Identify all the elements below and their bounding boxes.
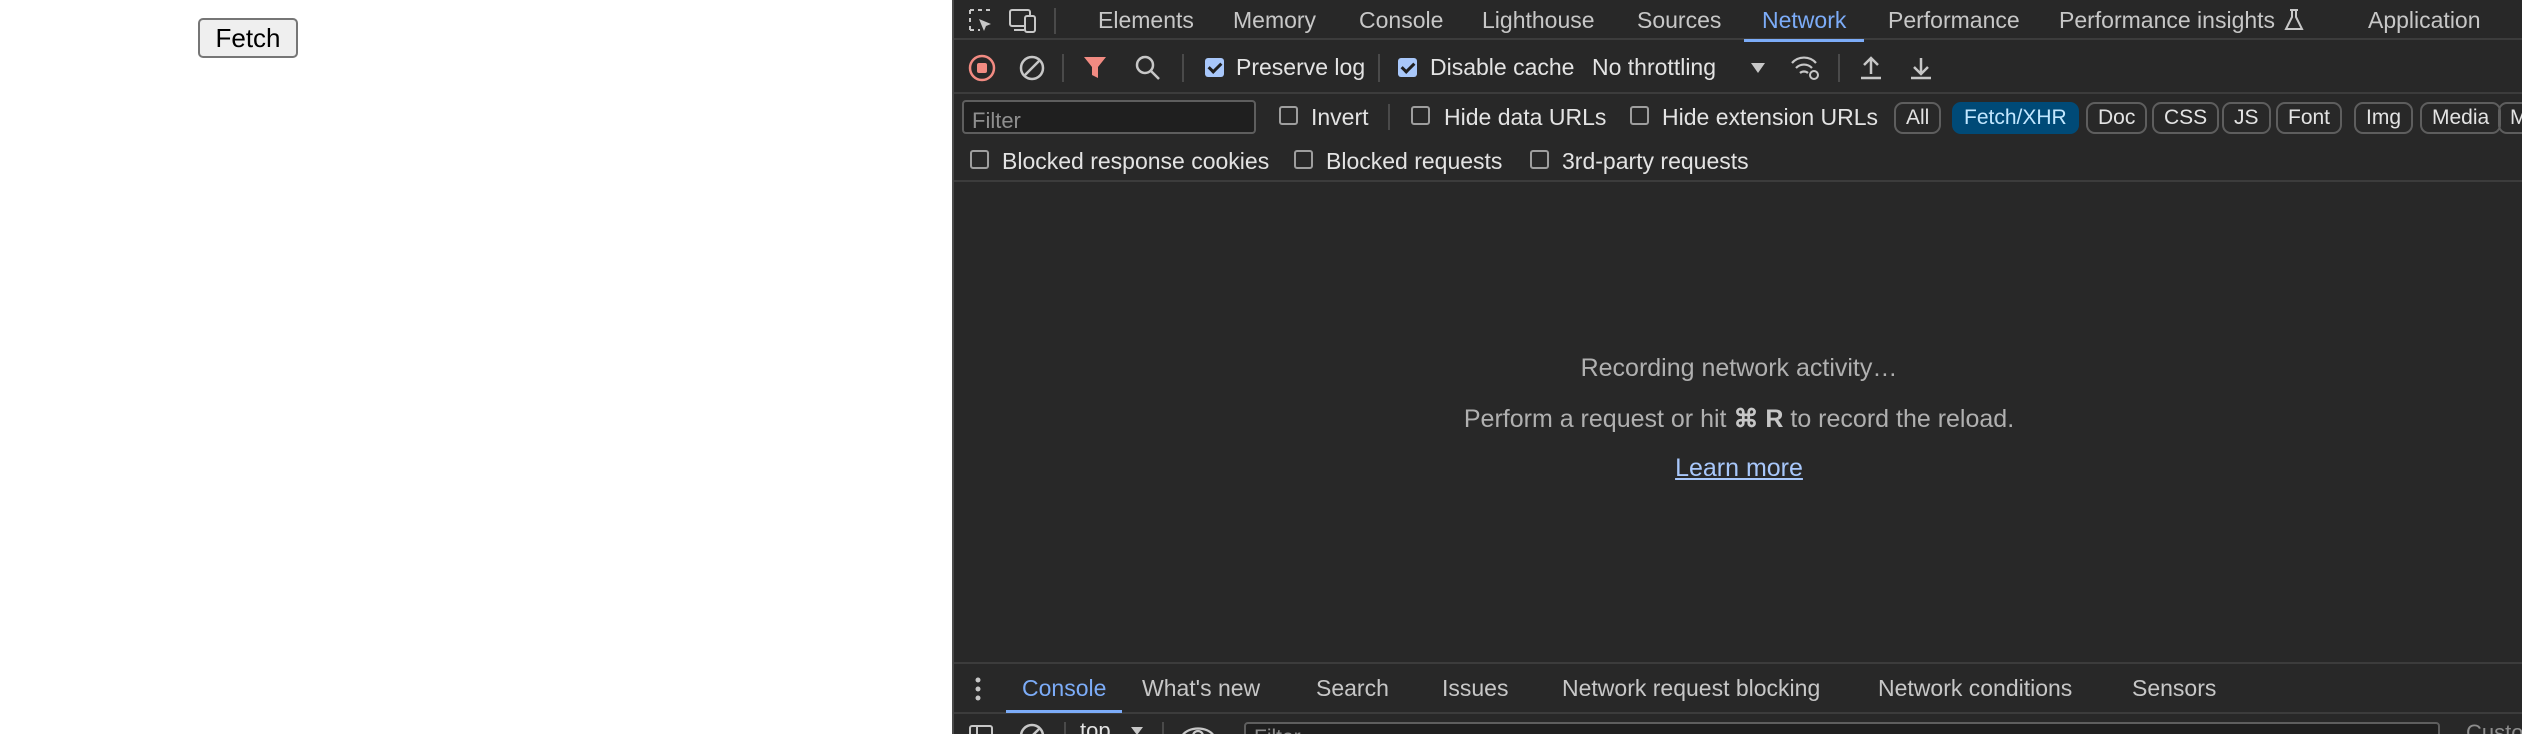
disable-cache-checkbox[interactable] <box>1398 58 1417 77</box>
invert-checkbox[interactable] <box>1279 106 1298 125</box>
drawer-tab-console[interactable]: Console <box>1005 664 1123 713</box>
type-chip-css[interactable]: CSS <box>2152 102 2220 134</box>
hint-suffix: to record the reload. <box>1790 405 2015 433</box>
divider <box>1182 54 1184 82</box>
type-chip-font[interactable]: Font <box>2276 102 2343 134</box>
divider <box>1064 722 1066 734</box>
type-chip-img[interactable]: Img <box>2354 102 2414 134</box>
chevron-down-icon[interactable] <box>1750 62 1766 74</box>
type-chip-more[interactable]: M <box>2498 102 2522 134</box>
custom-levels-select[interactable]: Custo <box>2466 720 2522 734</box>
devtools-panel: Elements Memory Console Lighthouse Sourc… <box>952 0 2522 734</box>
network-conditions-icon[interactable] <box>1790 54 1822 82</box>
device-toolbar-icon[interactable] <box>1008 8 1038 34</box>
drawer-tab-network-request-blocking[interactable]: Network request blocking <box>1562 664 1820 712</box>
reload-shortcut: ⌘ R <box>1733 405 1784 433</box>
divider <box>1162 722 1164 734</box>
devtools-tabbar: Elements Memory Console Lighthouse Sourc… <box>954 0 2522 42</box>
tab-network[interactable]: Network <box>1743 0 1865 42</box>
divider <box>1054 8 1056 34</box>
tab-lighthouse[interactable]: Lighthouse <box>1482 0 1595 40</box>
live-expression-eye-icon[interactable] <box>1180 722 1216 734</box>
console-toolbar: top Filter Custo <box>954 716 2522 734</box>
blocked-requests-label[interactable]: Blocked requests <box>1326 148 1502 175</box>
inspect-element-icon[interactable] <box>968 8 994 34</box>
drawer-tab-issues[interactable]: Issues <box>1442 664 1508 712</box>
search-icon[interactable] <box>1134 54 1162 82</box>
network-filter-bar: Filter Invert Hide data URLs Hide extens… <box>954 94 2522 182</box>
tab-application[interactable]: Application <box>2368 0 2481 40</box>
empty-state-hint: Perform a request or hit ⌘ R to record t… <box>954 404 2522 434</box>
type-chip-all[interactable]: All <box>1894 102 1942 134</box>
fetch-button[interactable]: Fetch <box>198 18 298 58</box>
console-filter-input[interactable]: Filter <box>1244 722 2440 734</box>
tab-performance[interactable]: Performance <box>1888 0 2020 40</box>
type-chip-doc[interactable]: Doc <box>2086 102 2148 134</box>
invert-label[interactable]: Invert <box>1311 104 1369 131</box>
blocked-response-cookies-label[interactable]: Blocked response cookies <box>1002 148 1269 175</box>
network-toolbar: Preserve log Disable cache No throttling <box>954 42 2522 94</box>
web-page: Fetch <box>0 0 952 734</box>
hide-extension-urls-checkbox[interactable] <box>1630 106 1649 125</box>
divider <box>1838 54 1840 82</box>
tab-elements[interactable]: Elements <box>1098 0 1194 40</box>
more-options-icon[interactable] <box>974 676 982 702</box>
divider <box>1388 104 1390 130</box>
hide-data-urls-label[interactable]: Hide data URLs <box>1444 104 1606 131</box>
type-chip-js[interactable]: JS <box>2222 102 2271 134</box>
export-har-icon[interactable] <box>1908 54 1934 82</box>
drawer-tab-search[interactable]: Search <box>1316 664 1389 712</box>
learn-more-text[interactable]: Learn more <box>1675 454 1803 482</box>
sidebar-toggle-icon[interactable] <box>968 724 994 734</box>
tab-performance-insights[interactable]: Performance insights <box>2059 0 2275 40</box>
tab-sources[interactable]: Sources <box>1637 0 1721 40</box>
hide-extension-urls-label[interactable]: Hide extension URLs <box>1662 104 1878 131</box>
filter-funnel-icon[interactable] <box>1082 54 1108 82</box>
network-filter-input[interactable]: Filter <box>962 100 1256 134</box>
tab-memory[interactable]: Memory <box>1233 0 1316 40</box>
type-chip-fetch-xhr[interactable]: Fetch/XHR <box>1952 102 2079 134</box>
learn-more-link[interactable]: Learn more <box>954 454 2522 483</box>
drawer-tab-sensors[interactable]: Sensors <box>2132 664 2216 712</box>
record-stop-icon[interactable] <box>968 54 996 82</box>
preserve-log-label[interactable]: Preserve log <box>1236 54 1365 81</box>
context-chevron-down-icon[interactable] <box>1130 726 1144 734</box>
third-party-requests-checkbox[interactable] <box>1530 150 1549 169</box>
tab-console[interactable]: Console <box>1359 0 1443 40</box>
bottom-drawer: Console What's new Search Issues Network… <box>954 662 2522 734</box>
type-chip-media[interactable]: Media <box>2420 102 2502 134</box>
network-empty-state: Recording network activity… Perform a re… <box>954 182 2522 662</box>
clear-console-icon[interactable] <box>1018 722 1046 734</box>
divider <box>1378 54 1380 82</box>
clear-icon[interactable] <box>1018 54 1046 82</box>
hide-data-urls-checkbox[interactable] <box>1411 106 1430 125</box>
import-har-icon[interactable] <box>1858 54 1884 82</box>
drawer-tab-whats-new[interactable]: What's new <box>1142 664 1260 712</box>
drawer-tabbar: Console What's new Search Issues Network… <box>954 664 2522 714</box>
throttling-select[interactable]: No throttling <box>1592 54 1716 81</box>
preserve-log-checkbox[interactable] <box>1205 58 1224 77</box>
third-party-requests-label[interactable]: 3rd-party requests <box>1562 148 1749 175</box>
context-select[interactable]: top <box>1080 718 1111 734</box>
experiment-flask-icon <box>2284 9 2304 30</box>
disable-cache-label[interactable]: Disable cache <box>1430 54 1574 81</box>
hint-prefix: Perform a request or hit <box>1463 405 1727 433</box>
empty-state-title: Recording network activity… <box>1580 354 1898 382</box>
divider <box>1062 54 1064 82</box>
blocked-response-cookies-checkbox[interactable] <box>970 150 989 169</box>
blocked-requests-checkbox[interactable] <box>1294 150 1313 169</box>
drawer-tab-network-conditions[interactable]: Network conditions <box>1878 664 2072 712</box>
